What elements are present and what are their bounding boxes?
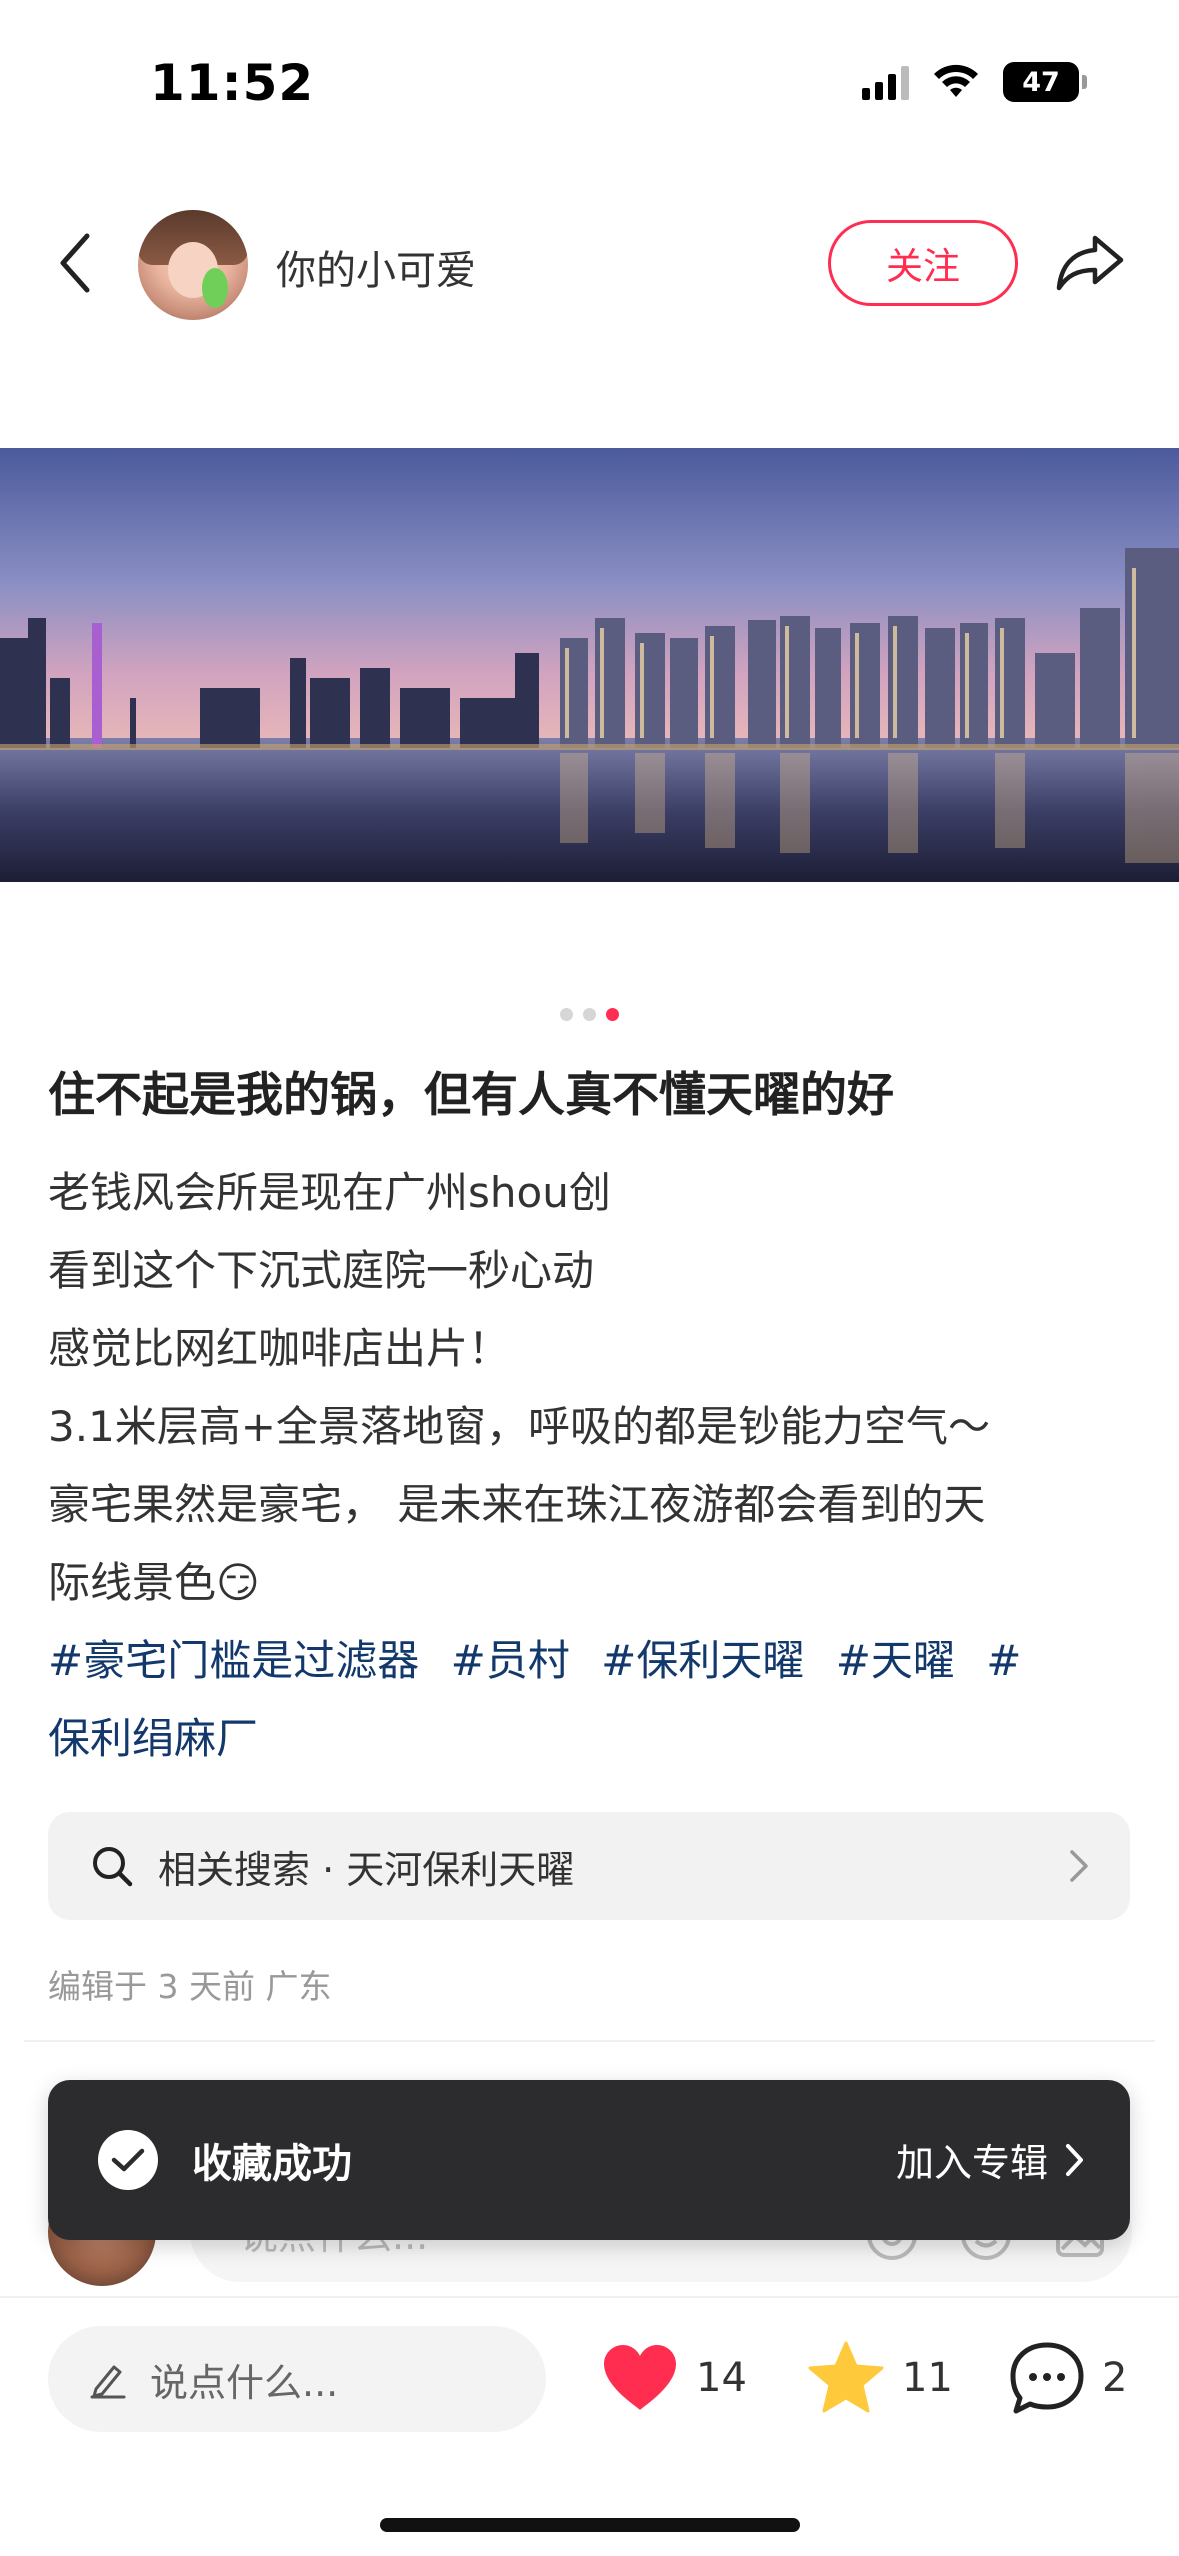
status-bar: 11:52 47 [0, 0, 1179, 150]
star-icon [808, 2341, 884, 2413]
post-line: 豪宅果然是豪宅， 是未来在珠江夜游都会看到的天 [48, 1480, 986, 1529]
related-search[interactable]: 相关搜索 · 天河保利天曜 [48, 1812, 1130, 1920]
author-name[interactable]: 你的小可爱 [276, 238, 476, 296]
search-icon [88, 1842, 136, 1890]
post-line: 感觉比网红咖啡店出片！ [48, 1324, 511, 1373]
share-button[interactable] [1052, 228, 1128, 298]
bottom-bar: 说点什么... 14 11 2 [0, 2296, 1179, 2556]
home-indicator [380, 2518, 800, 2532]
back-button[interactable] [40, 228, 110, 298]
avatar[interactable] [138, 210, 248, 320]
carousel-dot[interactable] [560, 1008, 573, 1021]
wifi-icon [934, 64, 978, 97]
signal-icon [862, 64, 909, 100]
add-to-album-label: 加入专辑 [895, 2141, 1048, 2185]
city-skyline-image [0, 448, 1179, 882]
edit-meta: 编辑于 3 天前 广东 [48, 1967, 332, 2006]
follow-button[interactable]: 关注 [828, 220, 1018, 306]
like-count: 14 [696, 2355, 747, 2401]
hashtag[interactable]: #天曜 [836, 1636, 955, 1685]
add-to-album-button[interactable]: 加入专辑 [896, 2132, 1086, 2187]
chevron-left-icon [60, 233, 90, 293]
chevron-right-icon [1066, 2143, 1083, 2176]
hashtag-row: #豪宅门槛是过滤器 #员村 #保利天曜 #天曜 # [48, 1622, 1148, 1700]
pencil-icon [86, 2357, 130, 2401]
chevron-right-icon [1070, 1850, 1088, 1882]
favorite-button[interactable]: 11 [806, 2328, 953, 2428]
hashtag[interactable]: 保利绢麻厂 [48, 1714, 258, 1763]
like-button[interactable]: 14 [600, 2328, 747, 2428]
post-line: 际线景色😏 [48, 1558, 260, 1607]
favorite-count: 11 [902, 2355, 953, 2401]
say-something-placeholder: 说点什么... [150, 2360, 339, 2405]
hashtag[interactable]: #豪宅门槛是过滤器 [48, 1636, 419, 1685]
status-icons: 47 [862, 62, 1087, 102]
post-line: 3.1米层高+全景落地窗，呼吸的都是钞能力空气～ [48, 1402, 990, 1451]
carousel-dot[interactable] [583, 1008, 596, 1021]
carousel-dot-active[interactable] [606, 1008, 619, 1021]
post-header: 你的小可爱 关注 [0, 200, 1179, 330]
comment-count: 2 [1102, 2355, 1128, 2401]
comment-bubble-icon [1010, 2342, 1084, 2414]
post-image[interactable] [0, 448, 1179, 882]
hashtag[interactable]: #员村 [451, 1636, 570, 1685]
related-search-label: 相关搜索 · 天河保利天曜 [158, 1847, 575, 1892]
carousel-dots [0, 1008, 1179, 1021]
post-body: 老钱风会所是现在广州shou创 看到这个下沉式庭院一秒心动 感觉比网红咖啡店出片… [48, 1154, 1148, 1778]
post-line: 看到这个下沉式庭院一秒心动 [48, 1246, 595, 1295]
check-icon [98, 2130, 158, 2190]
battery-icon: 47 [1003, 62, 1087, 102]
divider [24, 2040, 1155, 2042]
comment-button[interactable]: 2 [1008, 2328, 1127, 2428]
say-something-input[interactable]: 说点什么... [48, 2326, 546, 2432]
share-icon [1056, 235, 1124, 291]
hashtag[interactable]: #保利天曜 [601, 1636, 804, 1685]
status-time: 11:52 [150, 54, 315, 112]
post-line: 老钱风会所是现在广州shou创 [48, 1168, 611, 1217]
favorite-toast: 收藏成功 加入专辑 [48, 2080, 1130, 2240]
toast-message: 收藏成功 [192, 2141, 352, 2187]
hashtag[interactable]: # [986, 1636, 1021, 1685]
post-title: 住不起是我的锅，但有人真不懂天曜的好 [48, 1068, 894, 1123]
hashtag-row: 保利绢麻厂 [48, 1700, 1148, 1778]
heart-icon [604, 2345, 676, 2410]
